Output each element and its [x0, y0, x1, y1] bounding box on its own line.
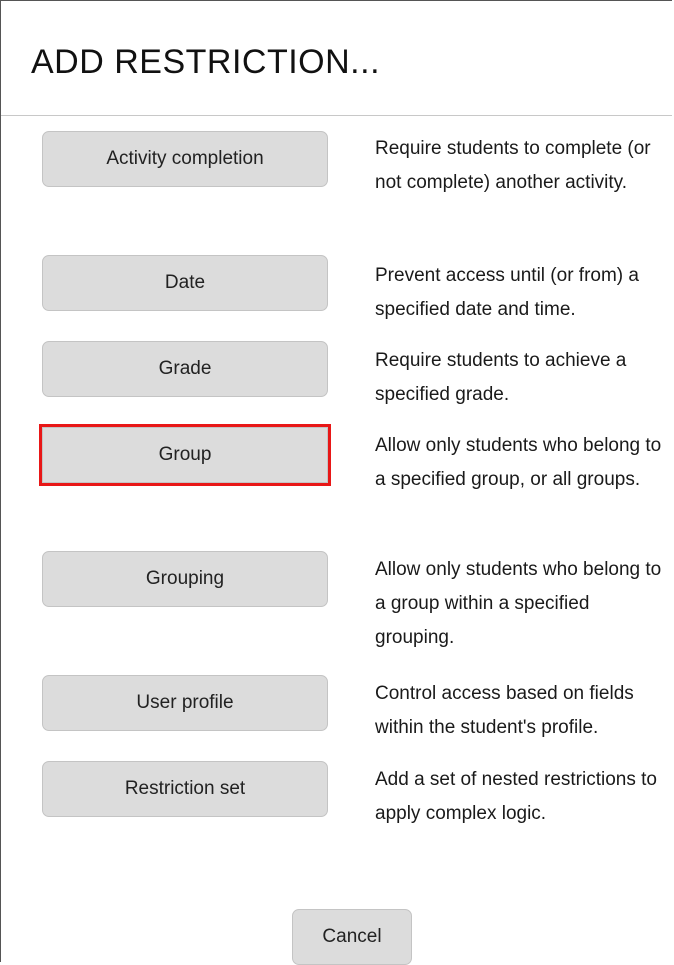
group-button[interactable]: Group [39, 424, 331, 486]
group-description: Allow only students who belong to a spec… [375, 435, 662, 490]
restriction-set-description: Add a set of nested restrictions to appl… [375, 769, 657, 824]
user-profile-button[interactable]: User profile [42, 675, 328, 731]
cancel-button[interactable]: Cancel [292, 909, 412, 965]
date-description: Prevent access until (or from) a specifi… [375, 265, 639, 320]
grouping-button[interactable]: Grouping [42, 551, 328, 607]
activity-completion-button[interactable]: Activity completion [42, 131, 328, 187]
add-restriction-dialog: ADD RESTRICTION... Activity completion R… [0, 0, 672, 965]
dialog-title: ADD RESTRICTION... [31, 43, 381, 81]
date-button[interactable]: Date [42, 255, 328, 311]
user-profile-description: Control access based on fields within th… [375, 683, 634, 738]
grouping-description: Allow only students who belong to a grou… [375, 559, 662, 648]
grade-description: Require students to achieve a specified … [375, 350, 627, 405]
activity-completion-description: Require students to complete (or not com… [375, 138, 651, 193]
dialog-header: ADD RESTRICTION... [1, 1, 672, 116]
grade-button[interactable]: Grade [42, 341, 328, 397]
restriction-set-button[interactable]: Restriction set [42, 761, 328, 817]
